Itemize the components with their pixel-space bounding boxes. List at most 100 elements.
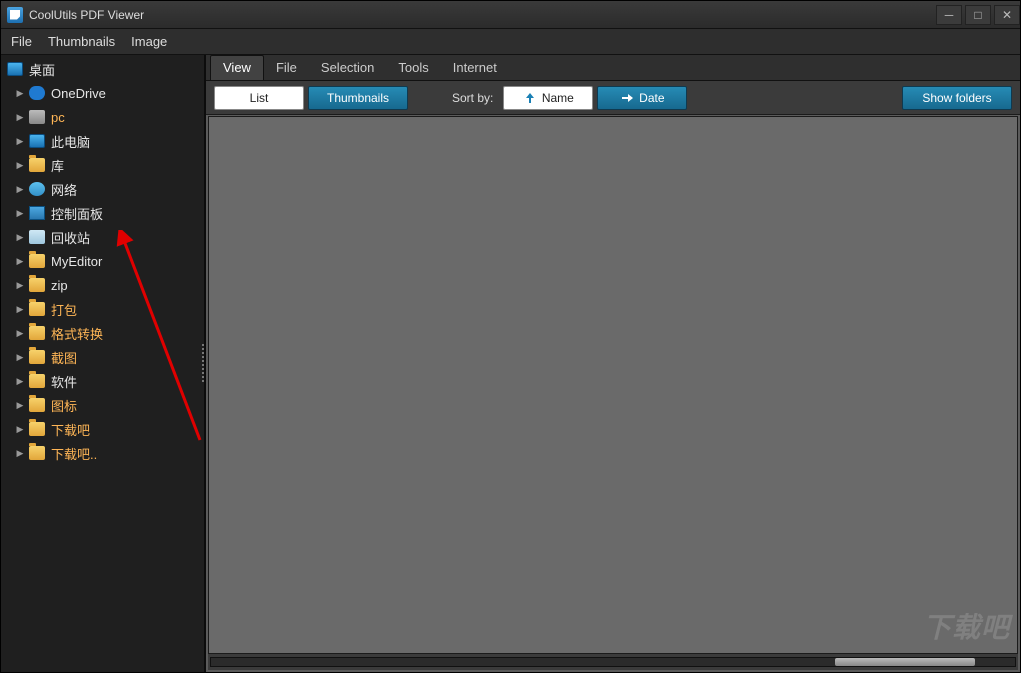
- window-title: CoolUtils PDF Viewer: [29, 8, 144, 22]
- arrow-right-icon: [620, 91, 634, 105]
- expander-icon[interactable]: ▶: [15, 400, 25, 411]
- tree-item-label: pc: [51, 110, 65, 125]
- folder-icon: [29, 326, 45, 340]
- maximize-button[interactable]: □: [965, 5, 991, 25]
- expander-icon[interactable]: ▶: [15, 112, 25, 123]
- folder-icon: [29, 158, 45, 172]
- expander-icon[interactable]: ▶: [15, 280, 25, 291]
- tree-item-label: 打包: [51, 300, 77, 319]
- tree-item-label: 下载吧..: [51, 444, 97, 463]
- app-icon: [7, 7, 23, 23]
- close-button[interactable]: ✕: [994, 5, 1020, 25]
- tree-item[interactable]: ▶ 网络: [1, 177, 204, 201]
- sortby-label: Sort by:: [452, 91, 493, 105]
- tree-item[interactable]: ▶ zip: [1, 273, 204, 297]
- folder-icon: [29, 302, 45, 316]
- title-bar: CoolUtils PDF Viewer ─ □ ✕: [1, 1, 1020, 29]
- expander-icon[interactable]: ▶: [15, 328, 25, 339]
- menu-thumbnails[interactable]: Thumbnails: [48, 34, 115, 49]
- tree-item[interactable]: ▶ MyEditor: [1, 249, 204, 273]
- tree-item-label: 库: [51, 156, 64, 175]
- sort-name-button[interactable]: Name: [503, 86, 593, 110]
- expander-icon[interactable]: ▶: [15, 232, 25, 243]
- tree-item[interactable]: ▶ 格式转换: [1, 321, 204, 345]
- tree-item[interactable]: ▶ 下载吧..: [1, 441, 204, 465]
- folder-icon: [29, 278, 45, 292]
- tree-item-label: 截图: [51, 348, 77, 367]
- tree-item[interactable]: ▶ 控制面板: [1, 201, 204, 225]
- expander-icon[interactable]: ▶: [15, 424, 25, 435]
- cloud-icon: [29, 86, 45, 100]
- folder-icon: [29, 398, 45, 412]
- net-icon: [29, 182, 45, 196]
- tree-item[interactable]: ▶ 截图: [1, 345, 204, 369]
- horizontal-scrollbar[interactable]: [208, 654, 1018, 670]
- tree-item[interactable]: ▶ 软件: [1, 369, 204, 393]
- tab-strip: ViewFileSelectionToolsInternet: [206, 55, 1020, 81]
- tree-item-label: 网络: [51, 180, 77, 199]
- tree-item[interactable]: ▶ pc: [1, 105, 204, 129]
- pc-icon: [29, 110, 45, 124]
- folder-icon: [29, 422, 45, 436]
- tree-item-label: 控制面板: [51, 204, 103, 223]
- expander-icon[interactable]: ▶: [15, 448, 25, 459]
- folder-icon: [29, 350, 45, 364]
- tree-item-label: 软件: [51, 372, 77, 391]
- menu-bar: File Thumbnails Image: [1, 29, 1020, 55]
- tree-root-label: 桌面: [29, 60, 55, 79]
- folder-tree[interactable]: 桌面 ▶OneDrive▶pc▶此电脑▶库▶网络▶控制面板▶回收站▶MyEdit…: [1, 55, 205, 672]
- tree-item-label: 图标: [51, 396, 77, 415]
- expander-icon[interactable]: ▶: [15, 136, 25, 147]
- minimize-button[interactable]: ─: [936, 5, 962, 25]
- menu-file[interactable]: File: [11, 34, 32, 49]
- tab-internet[interactable]: Internet: [441, 56, 509, 80]
- menu-image[interactable]: Image: [131, 34, 167, 49]
- panel-icon: [29, 206, 45, 220]
- tree-item[interactable]: ▶ 打包: [1, 297, 204, 321]
- thumbnails-button[interactable]: Thumbnails: [308, 86, 408, 110]
- folder-icon: [29, 446, 45, 460]
- tree-item[interactable]: ▶ 回收站: [1, 225, 204, 249]
- tree-item-label: MyEditor: [51, 254, 102, 269]
- app-body: 桌面 ▶OneDrive▶pc▶此电脑▶库▶网络▶控制面板▶回收站▶MyEdit…: [1, 55, 1020, 672]
- expander-icon[interactable]: ▶: [15, 256, 25, 267]
- view-toolbar: List Thumbnails Sort by: Name Date Show …: [206, 81, 1020, 115]
- tab-view[interactable]: View: [210, 55, 264, 80]
- folder-icon: [29, 374, 45, 388]
- show-folders-button[interactable]: Show folders: [902, 86, 1012, 110]
- tree-item-label: 此电脑: [51, 132, 90, 151]
- tree-item-label: OneDrive: [51, 86, 106, 101]
- tree-item[interactable]: ▶库: [1, 153, 204, 177]
- app-window: CoolUtils PDF Viewer ─ □ ✕ File Thumbnai…: [0, 0, 1021, 673]
- scrollbar-track[interactable]: [210, 657, 1016, 667]
- tree-item[interactable]: ▶ 下载吧: [1, 417, 204, 441]
- expander-icon[interactable]: ▶: [15, 304, 25, 315]
- sort-date-button[interactable]: Date: [597, 86, 687, 110]
- tree-item[interactable]: ▶ 此电脑: [1, 129, 204, 153]
- folder-icon: [29, 254, 45, 268]
- tab-file[interactable]: File: [264, 56, 309, 80]
- monitor-icon: [29, 134, 45, 148]
- tree-item-label: 格式转换: [51, 324, 103, 343]
- sort-up-icon: [523, 91, 537, 105]
- expander-icon[interactable]: ▶: [15, 184, 25, 195]
- tree-root-row[interactable]: 桌面: [1, 57, 204, 81]
- tree-item[interactable]: ▶ OneDrive: [1, 81, 204, 105]
- tab-tools[interactable]: Tools: [386, 56, 440, 80]
- expander-icon[interactable]: ▶: [15, 376, 25, 387]
- main-panel: ViewFileSelectionToolsInternet List Thum…: [205, 55, 1020, 672]
- tree-item-label: zip: [51, 278, 68, 293]
- bin-icon: [29, 230, 45, 244]
- scrollbar-thumb[interactable]: [835, 658, 975, 666]
- tree-item-label: 回收站: [51, 228, 90, 247]
- tab-selection[interactable]: Selection: [309, 56, 386, 80]
- expander-icon[interactable]: ▶: [15, 160, 25, 171]
- expander-icon[interactable]: ▶: [15, 208, 25, 219]
- tree-item[interactable]: ▶ 图标: [1, 393, 204, 417]
- expander-icon[interactable]: ▶: [15, 352, 25, 363]
- file-view-area[interactable]: [208, 116, 1018, 654]
- expander-icon[interactable]: ▶: [15, 88, 25, 99]
- tree-item-label: 下载吧: [51, 420, 90, 439]
- list-button[interactable]: List: [214, 86, 304, 110]
- desktop-icon: [7, 62, 23, 76]
